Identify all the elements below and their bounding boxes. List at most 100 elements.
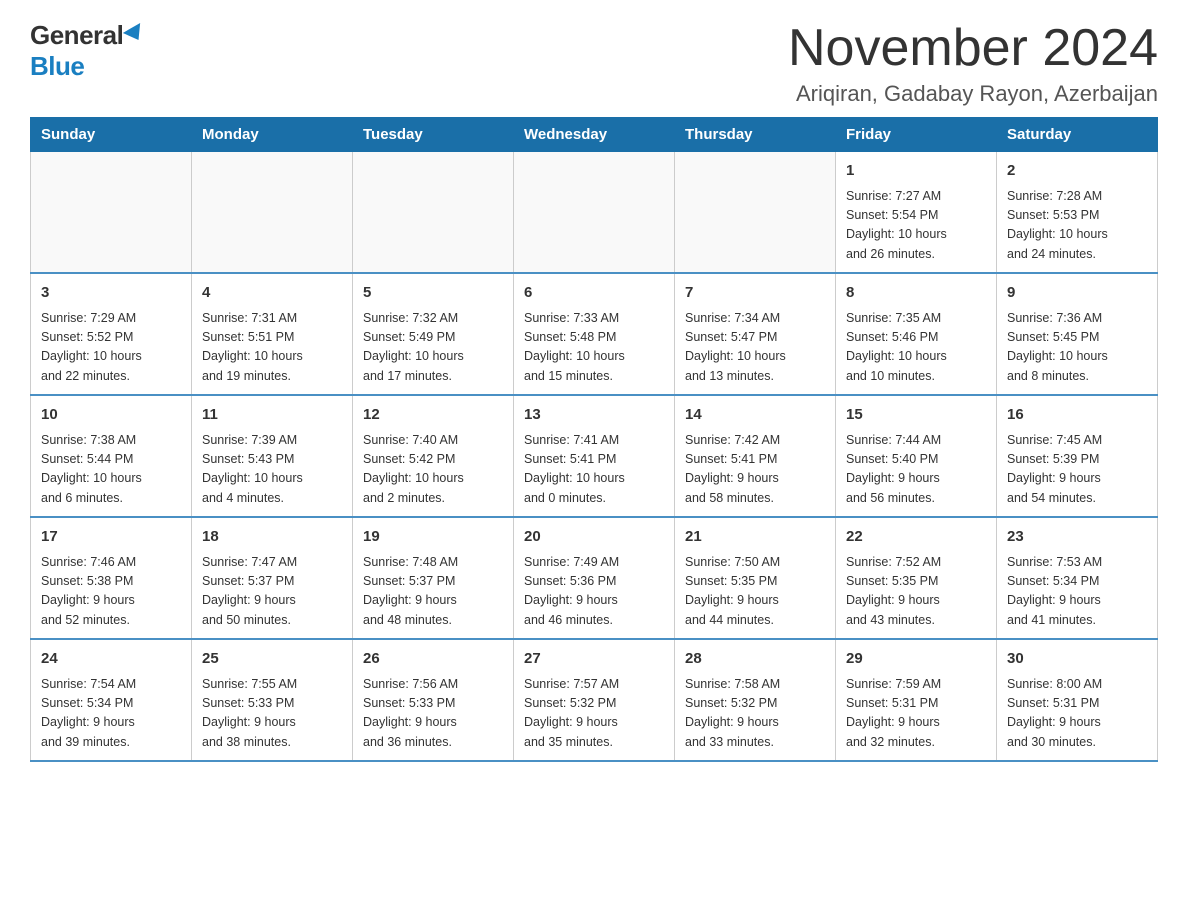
day-info: Sunrise: 7:54 AM Sunset: 5:34 PM Dayligh…: [41, 675, 181, 753]
day-info: Sunrise: 7:52 AM Sunset: 5:35 PM Dayligh…: [846, 553, 986, 631]
day-number: 11: [202, 404, 342, 427]
day-number: 23: [1007, 526, 1147, 549]
calendar-cell: 12Sunrise: 7:40 AM Sunset: 5:42 PM Dayli…: [353, 395, 514, 517]
logo-arrow-icon: [123, 22, 147, 44]
day-info: Sunrise: 7:33 AM Sunset: 5:48 PM Dayligh…: [524, 309, 664, 387]
calendar-cell: 18Sunrise: 7:47 AM Sunset: 5:37 PM Dayli…: [192, 517, 353, 639]
day-info: Sunrise: 7:45 AM Sunset: 5:39 PM Dayligh…: [1007, 431, 1147, 509]
day-number: 26: [363, 648, 503, 671]
calendar-cell: 9 Sunrise: 7:36 AM Sunset: 5:45 PM Daylig…: [997, 273, 1158, 395]
day-info: Sunrise: 7:46 AM Sunset: 5:38 PM Dayligh…: [41, 553, 181, 631]
calendar-cell: 19 Sunrise: 7:48 AM Sunset: 5:37 PM Dayli…: [353, 517, 514, 639]
day-info: Sunrise: 7:27 AM Sunset: 5:54 PM Dayligh…: [846, 187, 986, 265]
day-number: 16: [1007, 404, 1147, 427]
day-info: Sunrise: 7:39 AM Sunset: 5:43 PM Dayligh…: [202, 431, 342, 509]
location-subtitle: Ariqiran, Gadabay Rayon, Azerbaijan: [788, 81, 1158, 107]
calendar-cell: 21 Sunrise: 7:50 AM Sunset: 5:35 PM Dayli…: [675, 517, 836, 639]
weekday-header-tuesday: Tuesday: [353, 118, 514, 152]
calendar-cell: 28Sunrise: 7:58 AM Sunset: 5:32 PM Dayli…: [675, 639, 836, 761]
calendar-cell: 16 Sunrise: 7:45 AM Sunset: 5:39 PM Dayli…: [997, 395, 1158, 517]
day-info: Sunrise: 7:36 AM Sunset: 5:45 PM Dayligh…: [1007, 309, 1147, 387]
calendar-cell: 27 Sunrise: 7:57 AM Sunset: 5:32 PM Dayli…: [514, 639, 675, 761]
calendar-cell: 17 Sunrise: 7:46 AM Sunset: 5:38 PM Dayli…: [31, 517, 192, 639]
day-number: 28: [685, 648, 825, 671]
calendar-cell: 13 Sunrise: 7:41 AM Sunset: 5:41 PM Dayli…: [514, 395, 675, 517]
day-number: 21: [685, 526, 825, 549]
day-number: 7: [685, 282, 825, 305]
calendar-cell: 11 Sunrise: 7:39 AM Sunset: 5:43 PM Dayli…: [192, 395, 353, 517]
day-number: 3: [41, 282, 181, 305]
day-info: Sunrise: 7:49 AM Sunset: 5:36 PM Dayligh…: [524, 553, 664, 631]
day-number: 9: [1007, 282, 1147, 305]
calendar-week-2: 3 Sunrise: 7:29 AM Sunset: 5:52 PM Daylig…: [31, 273, 1158, 395]
day-number: 24: [41, 648, 181, 671]
calendar-week-1: 1 Sunrise: 7:27 AM Sunset: 5:54 PM Daylig…: [31, 152, 1158, 274]
title-area: November 2024 Ariqiran, Gadabay Rayon, A…: [788, 20, 1158, 107]
day-info: Sunrise: 7:57 AM Sunset: 5:32 PM Dayligh…: [524, 675, 664, 753]
day-info: Sunrise: 7:29 AM Sunset: 5:52 PM Dayligh…: [41, 309, 181, 387]
calendar-cell: 26 Sunrise: 7:56 AM Sunset: 5:33 PM Dayli…: [353, 639, 514, 761]
weekday-row: SundayMondayTuesdayWednesdayThursdayFrid…: [31, 118, 1158, 152]
day-number: 2: [1007, 160, 1147, 183]
calendar-cell: [514, 152, 675, 274]
day-number: 15: [846, 404, 986, 427]
day-number: 29: [846, 648, 986, 671]
calendar-cell: 6 Sunrise: 7:33 AM Sunset: 5:48 PM Daylig…: [514, 273, 675, 395]
calendar-cell: [31, 152, 192, 274]
calendar-cell: 1 Sunrise: 7:27 AM Sunset: 5:54 PM Daylig…: [836, 152, 997, 274]
calendar-cell: [675, 152, 836, 274]
logo: General Blue: [30, 20, 145, 82]
calendar-cell: 29 Sunrise: 7:59 AM Sunset: 5:31 PM Dayli…: [836, 639, 997, 761]
day-info: Sunrise: 7:35 AM Sunset: 5:46 PM Dayligh…: [846, 309, 986, 387]
logo-blue-text: Blue: [30, 51, 84, 82]
day-number: 10: [41, 404, 181, 427]
day-info: Sunrise: 7:34 AM Sunset: 5:47 PM Dayligh…: [685, 309, 825, 387]
calendar-cell: 20 Sunrise: 7:49 AM Sunset: 5:36 PM Dayli…: [514, 517, 675, 639]
day-info: Sunrise: 7:28 AM Sunset: 5:53 PM Dayligh…: [1007, 187, 1147, 265]
weekday-header-sunday: Sunday: [31, 118, 192, 152]
weekday-header-friday: Friday: [836, 118, 997, 152]
weekday-header-thursday: Thursday: [675, 118, 836, 152]
day-info: Sunrise: 7:50 AM Sunset: 5:35 PM Dayligh…: [685, 553, 825, 631]
day-info: Sunrise: 7:59 AM Sunset: 5:31 PM Dayligh…: [846, 675, 986, 753]
day-info: Sunrise: 7:38 AM Sunset: 5:44 PM Dayligh…: [41, 431, 181, 509]
day-number: 20: [524, 526, 664, 549]
calendar-cell: [353, 152, 514, 274]
day-info: Sunrise: 7:32 AM Sunset: 5:49 PM Dayligh…: [363, 309, 503, 387]
day-info: Sunrise: 7:55 AM Sunset: 5:33 PM Dayligh…: [202, 675, 342, 753]
day-info: Sunrise: 7:41 AM Sunset: 5:41 PM Dayligh…: [524, 431, 664, 509]
weekday-header-monday: Monday: [192, 118, 353, 152]
day-info: Sunrise: 7:53 AM Sunset: 5:34 PM Dayligh…: [1007, 553, 1147, 631]
calendar-week-5: 24 Sunrise: 7:54 AM Sunset: 5:34 PM Dayli…: [31, 639, 1158, 761]
day-info: Sunrise: 7:56 AM Sunset: 5:33 PM Dayligh…: [363, 675, 503, 753]
calendar-cell: 24 Sunrise: 7:54 AM Sunset: 5:34 PM Dayli…: [31, 639, 192, 761]
calendar-cell: 8 Sunrise: 7:35 AM Sunset: 5:46 PM Daylig…: [836, 273, 997, 395]
day-number: 19: [363, 526, 503, 549]
calendar-body: 1 Sunrise: 7:27 AM Sunset: 5:54 PM Daylig…: [31, 152, 1158, 762]
day-number: 6: [524, 282, 664, 305]
day-info: Sunrise: 8:00 AM Sunset: 5:31 PM Dayligh…: [1007, 675, 1147, 753]
calendar-cell: 4Sunrise: 7:31 AM Sunset: 5:51 PM Daylig…: [192, 273, 353, 395]
calendar-cell: 30Sunrise: 8:00 AM Sunset: 5:31 PM Dayli…: [997, 639, 1158, 761]
day-number: 1: [846, 160, 986, 183]
day-number: 12: [363, 404, 503, 427]
day-number: 17: [41, 526, 181, 549]
calendar-cell: 22 Sunrise: 7:52 AM Sunset: 5:35 PM Dayli…: [836, 517, 997, 639]
day-number: 13: [524, 404, 664, 427]
day-number: 8: [846, 282, 986, 305]
page-header: General Blue November 2024 Ariqiran, Gad…: [30, 20, 1158, 107]
day-info: Sunrise: 7:44 AM Sunset: 5:40 PM Dayligh…: [846, 431, 986, 509]
calendar-header: SundayMondayTuesdayWednesdayThursdayFrid…: [31, 118, 1158, 152]
calendar-cell: [192, 152, 353, 274]
day-info: Sunrise: 7:47 AM Sunset: 5:37 PM Dayligh…: [202, 553, 342, 631]
weekday-header-wednesday: Wednesday: [514, 118, 675, 152]
day-info: Sunrise: 7:48 AM Sunset: 5:37 PM Dayligh…: [363, 553, 503, 631]
calendar-week-3: 10 Sunrise: 7:38 AM Sunset: 5:44 PM Dayli…: [31, 395, 1158, 517]
day-number: 27: [524, 648, 664, 671]
calendar-cell: 3 Sunrise: 7:29 AM Sunset: 5:52 PM Daylig…: [31, 273, 192, 395]
day-number: 25: [202, 648, 342, 671]
calendar-cell: 15 Sunrise: 7:44 AM Sunset: 5:40 PM Dayli…: [836, 395, 997, 517]
day-number: 22: [846, 526, 986, 549]
calendar-table: SundayMondayTuesdayWednesdayThursdayFrid…: [30, 117, 1158, 762]
calendar-cell: 14Sunrise: 7:42 AM Sunset: 5:41 PM Dayli…: [675, 395, 836, 517]
